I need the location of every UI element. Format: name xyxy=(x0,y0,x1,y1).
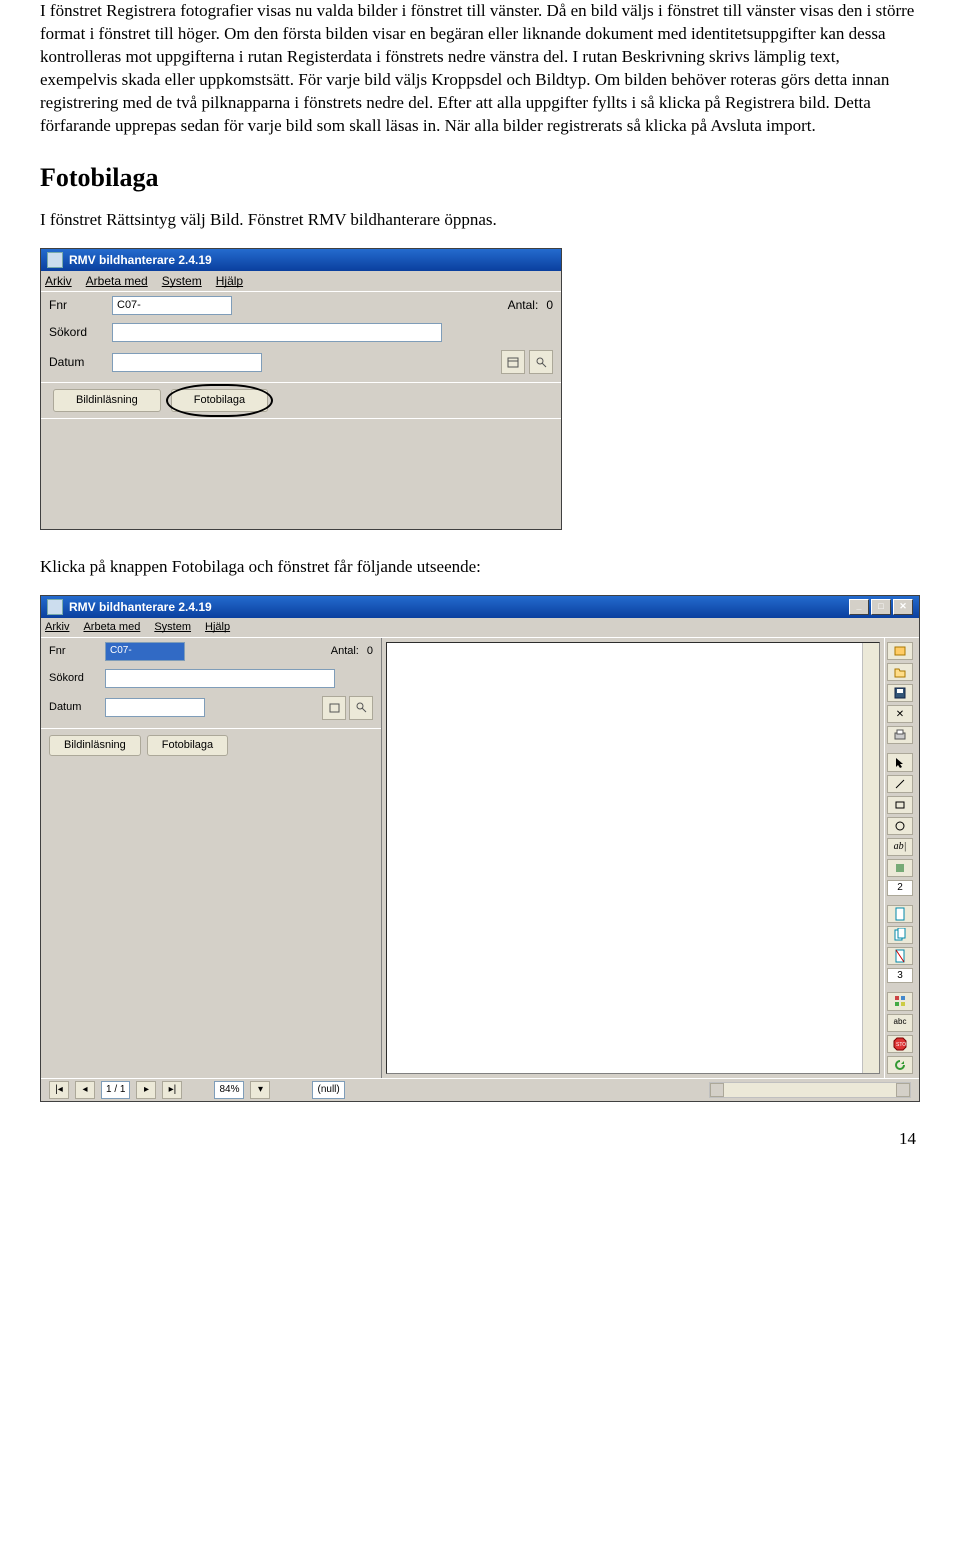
empty-area xyxy=(41,418,561,529)
menu-arkiv[interactable]: Arkiv xyxy=(45,273,72,289)
tool-pointer-icon[interactable] xyxy=(887,753,913,771)
menu-system-2[interactable]: System xyxy=(154,620,191,635)
menu-hjalp[interactable]: Hjälp xyxy=(216,273,243,289)
label-datum-2: Datum xyxy=(49,700,97,715)
search-icon-2[interactable] xyxy=(349,696,373,720)
page-number: 14 xyxy=(40,1112,920,1151)
tool-line-icon[interactable] xyxy=(887,775,913,793)
tab-bar-2: Bildinläsning Fotobilaga xyxy=(41,728,381,762)
close-button[interactable]: ✕ xyxy=(893,599,913,615)
hscroll-right-icon[interactable] xyxy=(896,1083,910,1097)
menubar: Arkiv Arbeta med System Hjälp xyxy=(41,271,561,292)
label-datum: Datum xyxy=(49,354,104,370)
svg-text:STOP: STOP xyxy=(896,1042,907,1048)
titlebar: RMV bildhanterare 2.4.19 xyxy=(41,249,561,271)
heading-fotobilaga: Fotobilaga xyxy=(40,160,920,195)
tool-rect-icon[interactable] xyxy=(887,796,913,814)
paragraph-click: Klicka på knappen Fotobilaga och fönstre… xyxy=(40,556,920,579)
horizontal-scroll[interactable] xyxy=(351,1082,911,1098)
minimize-button[interactable]: _ xyxy=(849,599,869,615)
tool-abc-icon[interactable]: abc xyxy=(887,1014,913,1032)
status-bar: |◂ ◂ 1 / 1 ▸ ▸| 84% ▾ (null) xyxy=(41,1078,919,1101)
calendar-icon-svg xyxy=(507,356,519,368)
search-icon[interactable] xyxy=(529,350,553,374)
tool-page-del-icon[interactable] xyxy=(887,947,913,965)
screenshot-rmv-small: RMV bildhanterare 2.4.19 Arkiv Arbeta me… xyxy=(40,248,562,530)
tab-bildinlasning[interactable]: Bildinläsning xyxy=(53,389,161,412)
document-canvas[interactable] xyxy=(386,642,880,1074)
nav-next-icon[interactable]: ▸ xyxy=(136,1081,156,1099)
input-sokord[interactable] xyxy=(112,323,442,342)
label-fnr: Fnr xyxy=(49,297,104,313)
tool-scanner-icon[interactable] xyxy=(887,642,913,660)
paragraph-intro: I fönstret Registrera fotografier visas … xyxy=(40,0,920,138)
menu-hjalp-2[interactable]: Hjälp xyxy=(205,620,230,635)
tool-group-b-label: 3 xyxy=(887,968,913,984)
tool-print-icon[interactable] xyxy=(887,726,913,744)
calendar-icon-2[interactable] xyxy=(322,696,346,720)
nav-first-icon[interactable]: |◂ xyxy=(49,1081,69,1099)
tab-fotobilaga-2[interactable]: Fotobilaga xyxy=(147,735,228,756)
app-icon xyxy=(47,252,63,268)
search-icon-svg xyxy=(535,356,547,368)
tab-bar: Bildinläsning Fotobilaga xyxy=(41,382,561,418)
calendar-icon[interactable] xyxy=(501,350,525,374)
tab-bildinlasning-2[interactable]: Bildinläsning xyxy=(49,735,141,756)
paragraph-open: I fönstret Rättsintyg välj Bild. Fönstre… xyxy=(40,209,920,232)
tool-open-icon[interactable] xyxy=(887,663,913,681)
input-fnr[interactable]: C07- xyxy=(112,296,232,315)
hscroll-left-icon[interactable] xyxy=(710,1083,724,1097)
right-toolbar: ✕ ab| 2 3 abc STOP xyxy=(884,638,919,1078)
input-datum[interactable] xyxy=(112,353,262,372)
maximize-button[interactable]: □ xyxy=(871,599,891,615)
tool-refresh-icon[interactable] xyxy=(887,1056,913,1074)
nav-last-icon[interactable]: ▸| xyxy=(162,1081,182,1099)
left-panel: Fnr C07- Antal: 0 Sökord Datum xyxy=(41,638,382,1078)
status-zoom[interactable]: 84% xyxy=(214,1081,244,1099)
label-sokord: Sökord xyxy=(49,324,104,340)
menubar-2: Arkiv Arbeta med System Hjälp xyxy=(41,618,919,638)
window-controls: _ □ ✕ xyxy=(849,599,913,615)
input-fnr-2[interactable]: C07- xyxy=(105,642,185,661)
app-icon xyxy=(47,599,63,615)
label-antal: Antal: xyxy=(508,297,539,313)
tool-delete-icon[interactable]: ✕ xyxy=(887,705,913,723)
screenshot-rmv-large: RMV bildhanterare 2.4.19 _ □ ✕ Arkiv Arb… xyxy=(40,595,920,1102)
menu-arkiv-2[interactable]: Arkiv xyxy=(45,620,69,635)
window-title: RMV bildhanterare 2.4.19 xyxy=(69,252,212,268)
label-antal-2: Antal: xyxy=(331,644,359,659)
tool-page-new-icon[interactable] xyxy=(887,905,913,923)
menu-system[interactable]: System xyxy=(162,273,202,289)
window-title-2: RMV bildhanterare 2.4.19 xyxy=(69,599,212,615)
label-sokord-2: Sökord xyxy=(49,671,97,686)
titlebar-2: RMV bildhanterare 2.4.19 _ □ ✕ xyxy=(41,596,919,618)
status-null: (null) xyxy=(312,1081,344,1099)
menu-arbeta-med[interactable]: Arbeta med xyxy=(86,273,148,289)
nav-prev-icon[interactable]: ◂ xyxy=(75,1081,95,1099)
tab-fotobilaga[interactable]: Fotobilaga xyxy=(171,389,268,412)
tool-text-icon[interactable]: ab| xyxy=(887,838,913,856)
value-antal: 0 xyxy=(546,297,553,313)
tool-save-icon[interactable] xyxy=(887,684,913,702)
status-page: 1 / 1 xyxy=(101,1081,130,1099)
vertical-scrollbar[interactable] xyxy=(862,643,879,1073)
zoom-dropdown-icon[interactable]: ▾ xyxy=(250,1081,270,1099)
menu-arbeta-med-2[interactable]: Arbeta med xyxy=(83,620,140,635)
tool-layout-icon[interactable] xyxy=(887,992,913,1010)
input-sokord-2[interactable] xyxy=(105,669,335,688)
tool-page-copy-icon[interactable] xyxy=(887,926,913,944)
label-fnr-2: Fnr xyxy=(49,644,97,659)
input-datum-2[interactable] xyxy=(105,698,205,717)
tool-stop-icon[interactable]: STOP xyxy=(887,1035,913,1053)
tool-group-a-label: 2 xyxy=(887,880,913,896)
tool-fill-icon[interactable] xyxy=(887,859,913,877)
tool-circle-icon[interactable] xyxy=(887,817,913,835)
value-antal-2: 0 xyxy=(367,644,373,659)
